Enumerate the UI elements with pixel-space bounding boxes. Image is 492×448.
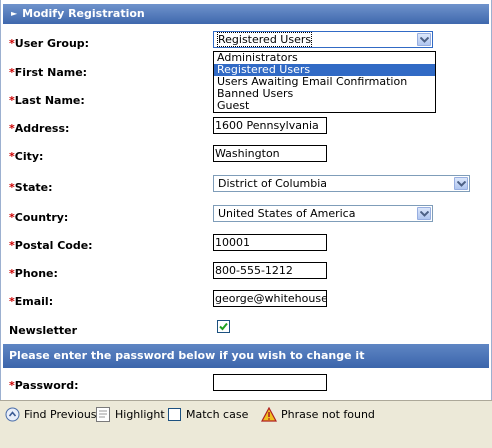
match-case-checkbox[interactable]: Match case <box>168 407 248 423</box>
up-arrow-icon <box>5 407 20 422</box>
password-row: *Password: <box>1 371 491 399</box>
password-input[interactable] <box>213 374 327 391</box>
form-title: Modify Registration <box>22 7 145 20</box>
registration-panel: ► Modify Registration *User Group: Regist… <box>0 0 492 400</box>
password-label-text: Password: <box>14 379 79 392</box>
find-status-text: Phrase not found <box>281 408 375 421</box>
first-name-label: *First Name: <box>9 66 87 79</box>
postal-code-label-text: Postal Code: <box>14 239 93 252</box>
highlight-button[interactable]: Highlight <box>96 407 165 423</box>
email-row: *Email: george@whitehouse <box>1 287 491 315</box>
password-label: *Password: <box>9 379 78 392</box>
user-group-label-text: User Group: <box>14 37 90 50</box>
country-label: *Country: <box>9 211 68 224</box>
find-status: Phrase not found <box>261 407 375 423</box>
postal-code-input[interactable]: 10001 <box>213 234 327 251</box>
checkbox-icon <box>168 408 181 421</box>
option-guest[interactable]: Guest <box>214 100 435 112</box>
user-group-label: *User Group: <box>9 37 89 50</box>
user-group-value: Registered Users <box>216 32 313 47</box>
chevron-down-icon[interactable] <box>417 33 431 46</box>
email-label-text: Email: <box>14 295 54 308</box>
email-input[interactable]: george@whitehouse <box>213 290 327 307</box>
country-label-text: Country: <box>14 211 69 224</box>
state-label: *State: <box>9 181 53 194</box>
phone-label-text: Phone: <box>14 267 58 280</box>
user-group-dropdown-list[interactable]: Administrators Registered Users Users Aw… <box>213 51 436 113</box>
password-section-header: Please enter the password below if you w… <box>3 344 489 368</box>
city-input[interactable]: Washington <box>213 145 327 162</box>
first-name-label-text: First Name: <box>14 66 88 79</box>
warning-icon <box>261 407 277 422</box>
newsletter-label: Newsletter <box>9 324 78 337</box>
country-row: *Country: United States of America <box>1 203 491 231</box>
match-case-label: Match case <box>186 408 249 421</box>
newsletter-checkbox[interactable] <box>217 320 230 333</box>
email-label: *Email: <box>9 295 53 308</box>
city-label: *City: <box>9 150 43 163</box>
find-bar: Find Previous Highlight Match case Phras… <box>0 400 492 448</box>
address-label-text: Address: <box>14 122 70 135</box>
expand-arrow-icon: ► <box>11 9 18 18</box>
phone-label: *Phone: <box>9 267 58 280</box>
city-label-text: City: <box>14 150 44 163</box>
highlight-icon <box>96 407 110 422</box>
city-row: *City: Washington <box>1 142 491 170</box>
chevron-down-icon[interactable] <box>417 207 431 220</box>
postal-code-row: *Postal Code: 10001 <box>1 231 491 259</box>
address-input[interactable]: 1600 Pennsylvania <box>213 117 327 134</box>
find-previous-button[interactable]: Find Previous <box>5 407 97 423</box>
find-previous-label: Find Previous <box>24 408 97 421</box>
phone-row: *Phone: 800-555-1212 <box>1 259 491 287</box>
form-header: ► Modify Registration <box>3 4 489 24</box>
country-value: United States of America <box>218 207 356 220</box>
state-value: District of Columbia <box>218 177 328 190</box>
last-name-label: *Last Name: <box>9 94 85 107</box>
phone-input[interactable]: 800-555-1212 <box>213 262 327 279</box>
state-label-text: State: <box>14 181 53 194</box>
state-row: *State: District of Columbia <box>1 173 491 201</box>
postal-code-label: *Postal Code: <box>9 239 93 252</box>
newsletter-row: Newsletter <box>1 316 491 344</box>
checkmark-icon <box>219 322 228 331</box>
address-label: *Address: <box>9 122 69 135</box>
address-row: *Address: 1600 Pennsylvania <box>1 114 491 142</box>
state-select[interactable]: District of Columbia <box>213 175 470 192</box>
highlight-label: Highlight <box>115 408 165 421</box>
last-name-label-text: Last Name: <box>14 94 85 107</box>
country-select[interactable]: United States of America <box>213 205 433 222</box>
chevron-down-icon[interactable] <box>454 177 468 190</box>
user-group-select[interactable]: Registered Users <box>213 31 433 48</box>
